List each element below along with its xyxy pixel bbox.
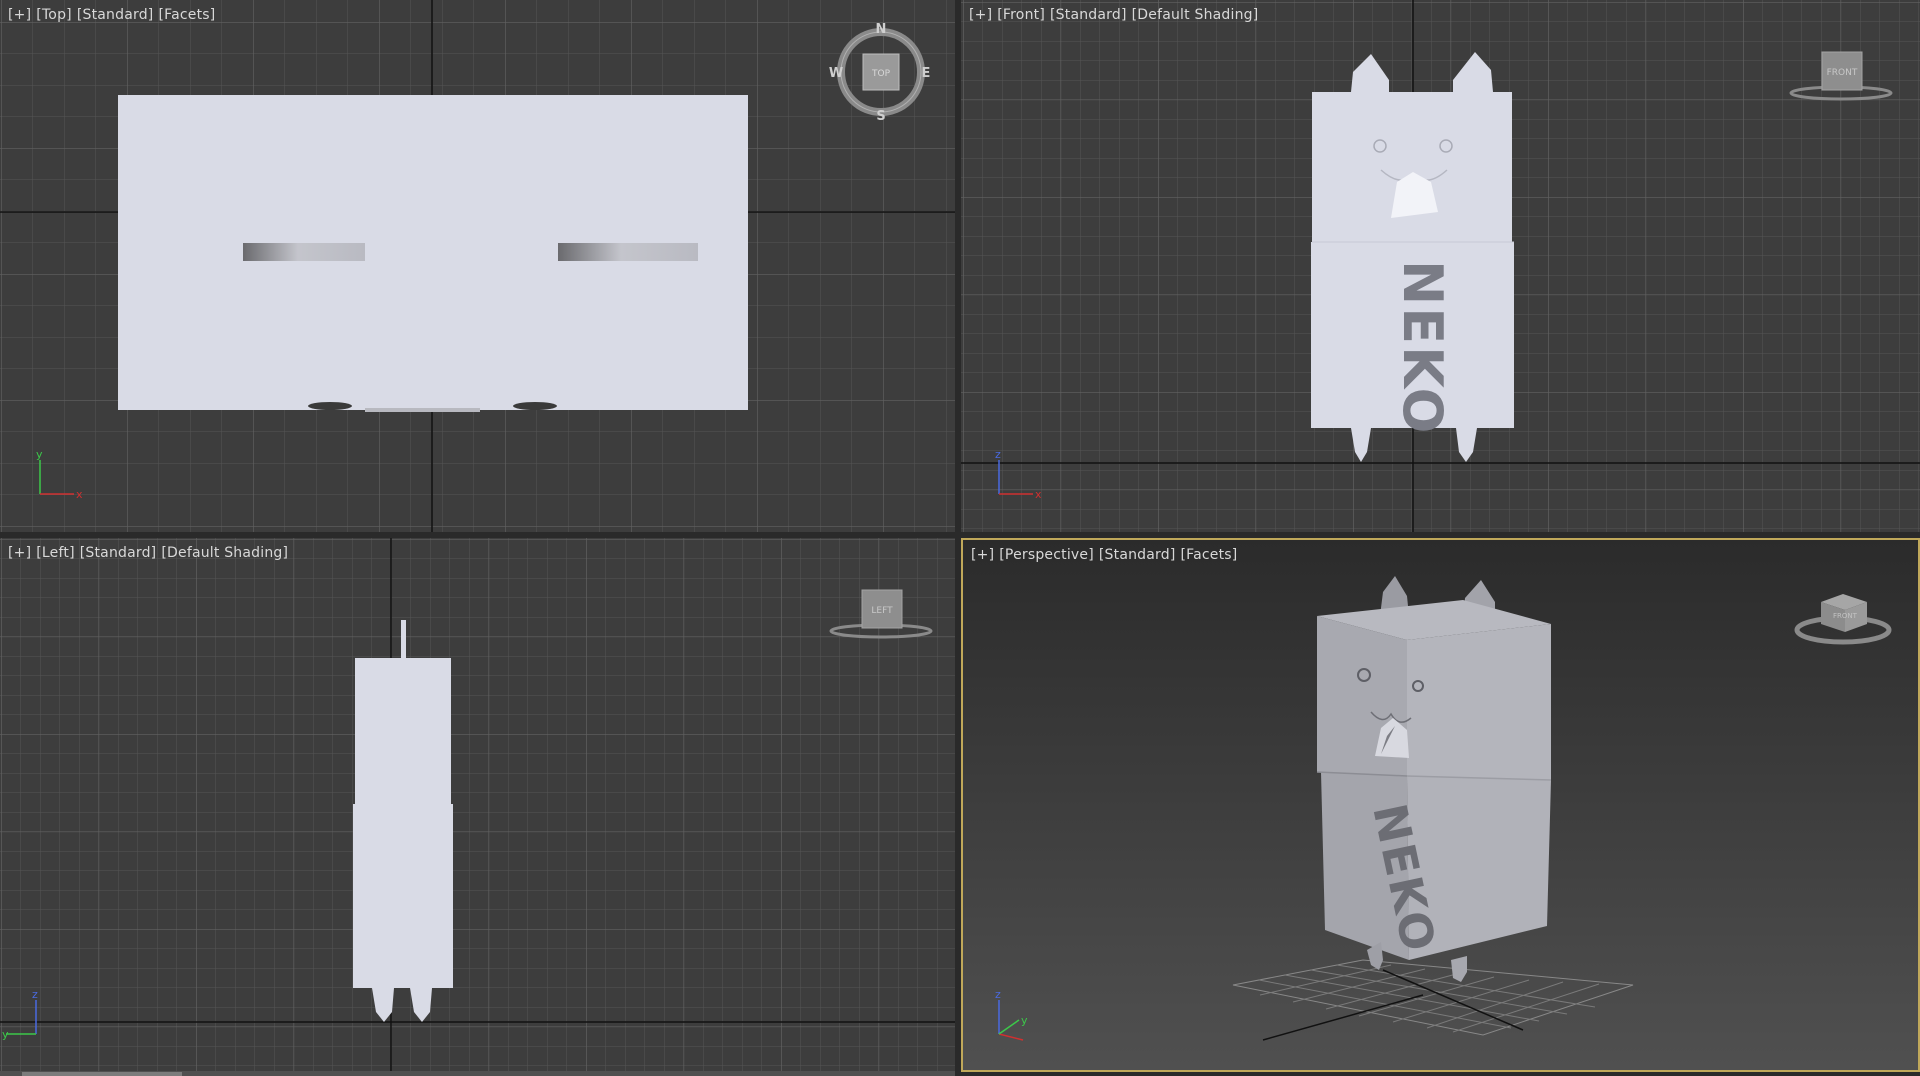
model-front-view[interactable]: NEKO — [1311, 52, 1514, 462]
viewcube-front[interactable]: FRONT — [1786, 48, 1896, 108]
axis-tripod-perspective: z y — [995, 988, 1028, 1041]
viewport-label-perspective[interactable]: [+] [Perspective] [Standard] [Facets] — [971, 547, 1242, 563]
model-left-view[interactable] — [353, 620, 453, 1022]
left-grid: z y — [0, 538, 955, 1076]
svg-text:x: x — [1035, 488, 1042, 501]
svg-text:S: S — [876, 109, 885, 124]
svg-text:z: z — [995, 448, 1001, 461]
svg-text:z: z — [32, 988, 38, 1001]
viewport-label-left[interactable]: [+] [Left] [Standard] [Default Shading] — [8, 545, 293, 561]
svg-text:x: x — [76, 488, 83, 501]
viewport-perspective[interactable]: NEKO z y [+] [Perspective] [Standard] [Face… — [961, 538, 1920, 1072]
svg-text:z: z — [995, 988, 1001, 1001]
viewcube-top[interactable]: TOP N E S W — [826, 20, 936, 130]
svg-text:TOP: TOP — [871, 69, 891, 79]
viewport-label-top[interactable]: [+] [Top] [Standard] [Facets] — [8, 7, 220, 23]
viewport-top[interactable]: y x [+] [Top] [Standard] [Facets] TOP N E S… — [0, 0, 955, 532]
svg-text:y: y — [2, 1028, 9, 1041]
svg-text:E: E — [922, 66, 931, 81]
scrollbar-thumb[interactable] — [22, 1072, 182, 1076]
viewport-front[interactable]: NEKO z x [+] [Front] [Standard] [Default Sh… — [961, 0, 1920, 532]
svg-text:N: N — [876, 22, 887, 37]
viewport-left[interactable]: z y [+] [Left] [Standard] [Default Shading]… — [0, 538, 955, 1076]
svg-text:W: W — [829, 66, 843, 81]
svg-text:LEFT: LEFT — [871, 606, 893, 616]
front-grid: NEKO z x — [961, 0, 1920, 532]
ground-grid — [1232, 959, 1634, 1036]
ear-slot-right — [558, 243, 698, 261]
viewport-label-front[interactable]: [+] [Front] [Standard] [Default Shading] — [969, 7, 1263, 23]
model-perspective-view[interactable]: NEKO — [1316, 576, 1552, 982]
perspective-scene: NEKO z y — [995, 576, 1634, 1041]
svg-text:FRONT: FRONT — [1827, 68, 1858, 78]
model-neko-text-front: NEKO — [1391, 260, 1454, 435]
svg-text:FRONT: FRONT — [1833, 612, 1858, 620]
svg-text:y: y — [36, 448, 43, 461]
svg-text:y: y — [1021, 1014, 1028, 1027]
viewcube-perspective[interactable]: FRONT — [1793, 580, 1903, 650]
ear-slot-left — [243, 243, 365, 261]
top-grid: y x — [0, 0, 955, 532]
viewcube-left[interactable]: LEFT — [826, 586, 936, 646]
